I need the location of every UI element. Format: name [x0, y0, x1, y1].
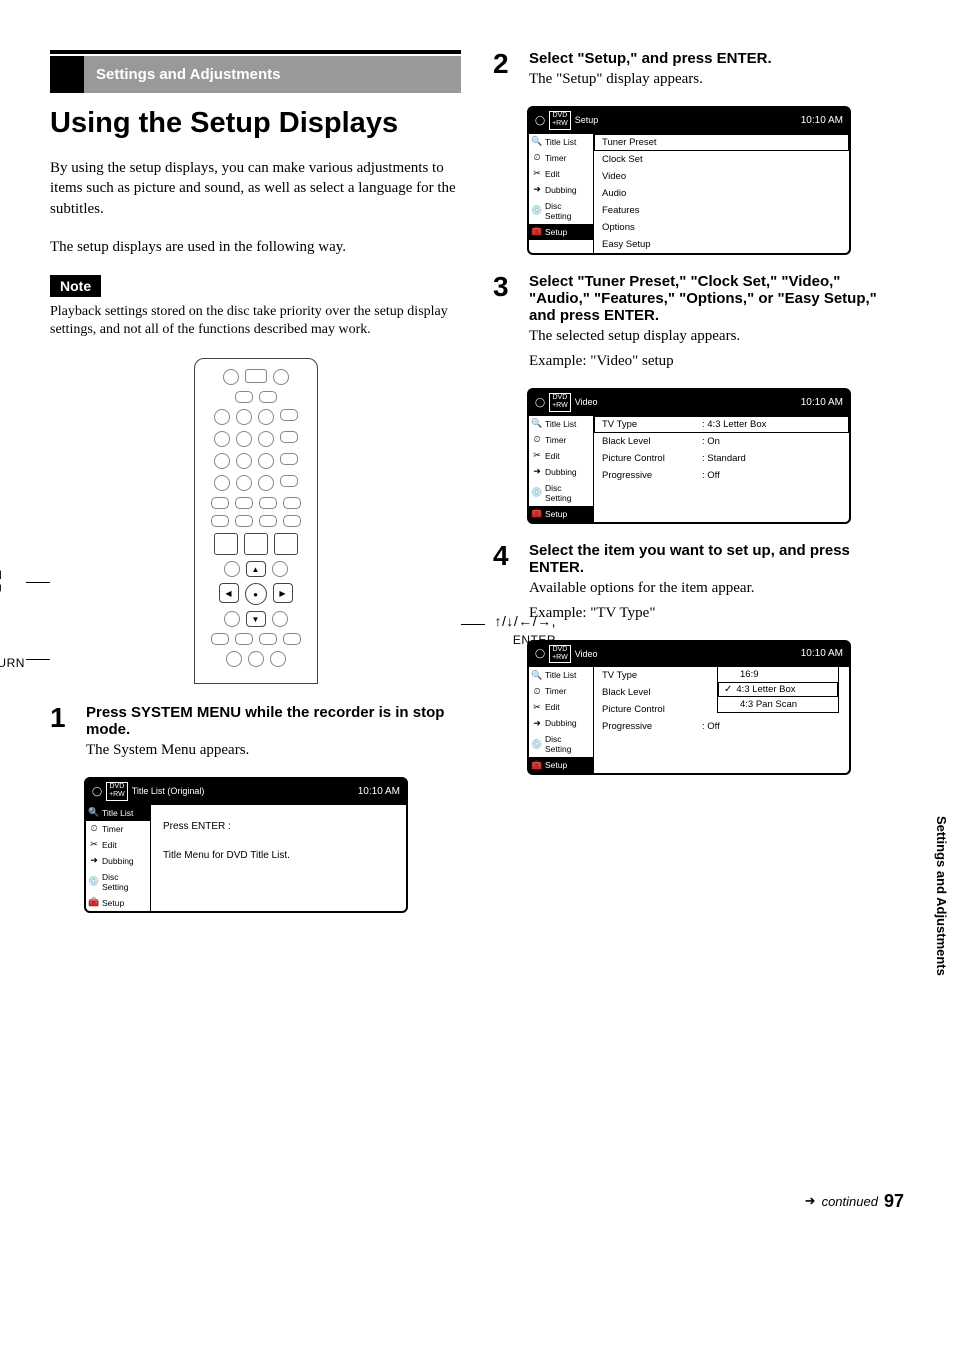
sidebar-item-setup: 🧰Setup — [529, 506, 593, 522]
setup-item: Video — [594, 168, 849, 185]
tvtype-option-selected: ✓4:3 Letter Box — [718, 682, 838, 697]
sidebar-item-dubbing: ➜Dubbing — [86, 853, 150, 869]
page-number: 97 — [884, 1191, 904, 1212]
osd-time: 10:10 AM — [801, 648, 843, 659]
sidebar-item-setup: 🧰Setup — [86, 895, 150, 911]
osd4-title: Video — [575, 649, 598, 659]
note-label: Note — [50, 275, 101, 297]
disc-icon: ◯ — [535, 397, 545, 408]
sidebar-item-titlelist: 🔍Title List — [529, 667, 593, 683]
remote-label-return: ↶ RETURN — [0, 653, 25, 671]
step-3-example: Example: "Video" setup — [529, 353, 904, 370]
side-tab: Settings and Adjustments — [934, 810, 954, 982]
video-row: Picture Control: Standard — [594, 450, 849, 467]
tvtype-option: 16:9 — [718, 667, 838, 682]
dvd-badge: DVD+RW — [549, 111, 571, 130]
dvd-badge: DVD+RW — [549, 393, 571, 412]
remote-label-arrows: ↑/↓/←/→, — [494, 613, 556, 629]
video-row: TV Type: 4:3 Letter Box — [594, 416, 849, 433]
disc-icon: ◯ — [535, 115, 545, 126]
sidebar-item-titlelist: 🔍Title List — [86, 805, 150, 821]
check-icon: ✓ — [724, 684, 732, 695]
intro-paragraph-1: By using the setup displays, you can mak… — [50, 158, 461, 219]
header-accent — [50, 56, 84, 93]
step-3-text: The selected setup display appears. — [529, 328, 904, 345]
osd-video: ◯ DVD+RW Video 10:10 AM 🔍Title List ⏲Tim… — [527, 388, 851, 524]
sidebar-item-timer: ⏲Timer — [529, 432, 593, 448]
intro-paragraph-2: The setup displays are used in the follo… — [50, 237, 461, 257]
page-title: Using the Setup Displays — [50, 107, 461, 140]
step-3-heading: Select "Tuner Preset," "Clock Set," "Vid… — [529, 273, 904, 324]
sidebar-item-edit: ✂Edit — [86, 837, 150, 853]
osd-time: 10:10 AM — [801, 397, 843, 408]
step-number-1: 1 — [50, 704, 74, 767]
note-text: Playback settings stored on the disc tak… — [50, 303, 461, 338]
dvd-badge: DVD+RW — [106, 782, 128, 801]
osd-setup: ◯ DVD+RW Setup 10:10 AM 🔍Title List ⏲Tim… — [527, 106, 851, 255]
tvtype-option: 4:3 Pan Scan — [718, 697, 838, 712]
step-4-heading: Select the item you want to set up, and … — [529, 542, 904, 576]
sidebar-item-discsetting: 💿Disc Setting — [529, 731, 593, 757]
sidebar-item-dubbing: ➜Dubbing — [529, 182, 593, 198]
osd-time: 10:10 AM — [358, 786, 400, 797]
setup-item: Options — [594, 219, 849, 236]
setup-item: Features — [594, 202, 849, 219]
step-1-text: The System Menu appears. — [86, 742, 461, 759]
titlelist-icon: 🔍 — [89, 808, 99, 818]
setup-item: Audio — [594, 185, 849, 202]
osd1-line2: Title Menu for DVD Title List. — [163, 850, 394, 861]
sidebar-item-discsetting: 💿Disc Setting — [86, 869, 150, 895]
timer-icon: ⏲ — [89, 824, 99, 834]
video-row: Progressive: Off — [594, 467, 849, 484]
sidebar-item-timer: ⏲Timer — [529, 683, 593, 699]
continued-label: continued — [822, 1194, 878, 1209]
disc-setting-icon: 💿 — [89, 877, 99, 887]
step-4-example: Example: "TV Type" — [529, 605, 904, 622]
osd3-title: Video — [575, 397, 598, 407]
remote-illustration: SYSTEMMENU ↶ RETURN ↑/↓/←/→, ENTER — [50, 358, 461, 684]
remote-label-enter: ENTER — [513, 633, 556, 647]
sidebar-item-timer: ⏲Timer — [529, 150, 593, 166]
osd-tvtype: ◯ DVD+RW Video 10:10 AM 🔍Title List ⏲Tim… — [527, 640, 851, 776]
sidebar-item-edit: ✂Edit — [529, 448, 593, 464]
osd-title-list: ◯ DVD+RW Title List (Original) 10:10 AM … — [84, 777, 408, 913]
osd1-title: Title List (Original) — [132, 786, 205, 796]
step-4-text: Available options for the item appear. — [529, 580, 904, 597]
setup-item: Tuner Preset — [594, 134, 849, 151]
section-header: Settings and Adjustments — [50, 50, 461, 93]
step-1-heading: Press SYSTEM MENU while the recorder is … — [86, 704, 461, 738]
osd-time: 10:10 AM — [801, 115, 843, 126]
sidebar-item-setup: 🧰Setup — [529, 757, 593, 773]
step-number-3: 3 — [493, 273, 517, 378]
sidebar-item-dubbing: ➜Dubbing — [529, 464, 593, 480]
sidebar-item-setup: 🧰Setup — [529, 224, 593, 240]
sidebar-item-edit: ✂Edit — [529, 699, 593, 715]
osd2-title: Setup — [575, 115, 599, 125]
disc-icon: ◯ — [92, 786, 102, 797]
section-title: Settings and Adjustments — [84, 56, 461, 93]
sidebar-item-timer: ⏲Timer — [86, 821, 150, 837]
video-row: Black Level: On — [594, 433, 849, 450]
video-row: Progressive: Off — [594, 718, 849, 735]
disc-icon: ◯ — [535, 648, 545, 659]
continued-arrow-icon: ➜ — [805, 1193, 816, 1209]
sidebar-item-discsetting: 💿Disc Setting — [529, 198, 593, 224]
edit-icon: ✂ — [89, 840, 99, 850]
remote-label-system-menu: SYSTEMMENU — [0, 568, 2, 596]
footer: ➜ continued 97 — [50, 1191, 904, 1212]
dubbing-icon: ➜ — [89, 856, 99, 866]
sidebar-item-edit: ✂Edit — [529, 166, 593, 182]
setup-item: Easy Setup — [594, 236, 849, 253]
setup-icon: 🧰 — [89, 898, 99, 908]
step-2-text: The "Setup" display appears. — [529, 71, 904, 88]
sidebar-item-titlelist: 🔍Title List — [529, 416, 593, 432]
setup-item: Clock Set — [594, 151, 849, 168]
sidebar-item-titlelist: 🔍Title List — [529, 134, 593, 150]
osd1-line1: Press ENTER : — [163, 821, 394, 832]
sidebar-item-dubbing: ➜Dubbing — [529, 715, 593, 731]
step-2-heading: Select "Setup," and press ENTER. — [529, 50, 904, 67]
sidebar-item-discsetting: 💿Disc Setting — [529, 480, 593, 506]
step-number-2: 2 — [493, 50, 517, 96]
dvd-badge: DVD+RW — [549, 645, 571, 664]
